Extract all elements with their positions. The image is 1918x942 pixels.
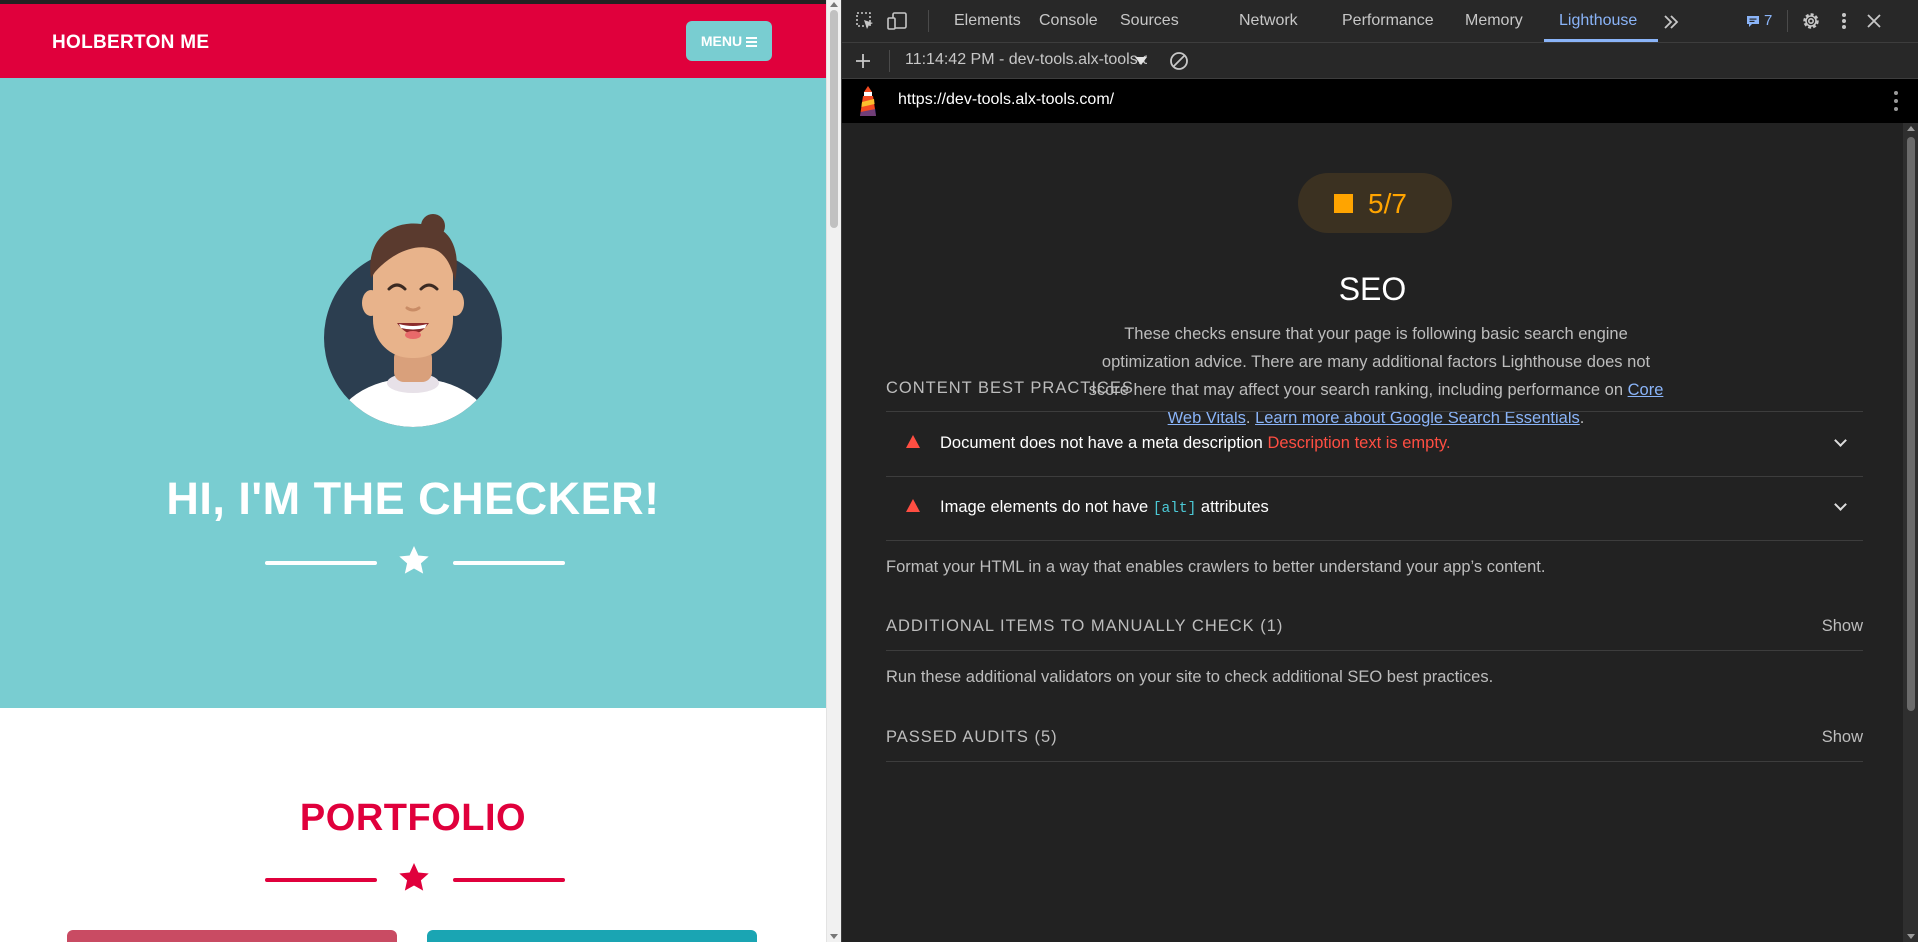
hero-section: HI, I'M THE CHECKER! <box>0 78 826 708</box>
audit-code: [alt] <box>1152 501 1197 517</box>
hero-divider <box>265 543 565 583</box>
report-selector[interactable]: 11:14:42 PM - dev-tools.alx-tools.com <box>905 51 1147 69</box>
settings-gear-icon[interactable] <box>1800 10 1822 32</box>
fail-triangle-icon <box>906 499 920 512</box>
chevron-down-icon[interactable] <box>1135 57 1147 65</box>
lighthouse-logo <box>860 86 876 116</box>
average-score-icon <box>1334 194 1353 213</box>
chevron-down-icon[interactable] <box>1834 434 1847 447</box>
audit-warning: Description text is empty. <box>1267 434 1451 452</box>
device-toolbar-icon[interactable] <box>886 10 908 32</box>
audit-meta-description[interactable]: Document does not have a meta descriptio… <box>886 412 1863 476</box>
lighthouse-toolbar: 11:14:42 PM - dev-tools.alx-tools.com <box>842 43 1918 79</box>
issues-counter[interactable]: 7 <box>1746 12 1772 29</box>
star-icon <box>399 863 429 891</box>
description-text: These checks ensure that your page is fo… <box>1088 325 1651 399</box>
portfolio-title: PORTFOLIO <box>299 797 527 839</box>
tab-lighthouse[interactable]: Lighthouse <box>1559 12 1637 30</box>
inspect-element-icon[interactable] <box>854 10 876 32</box>
lighthouse-report: 5/7 SEO These checks ensure that your pa… <box>842 123 1903 942</box>
score-value: 5/7 <box>1368 188 1407 219</box>
kebab-menu-icon[interactable] <box>1833 10 1855 32</box>
active-tab-indicator <box>1544 39 1658 42</box>
group-title-passed: PASSED AUDITS (5) <box>886 728 1058 746</box>
report-menu-icon[interactable] <box>1893 91 1899 113</box>
menu-button[interactable]: MENU <box>686 21 772 61</box>
portfolio-divider <box>265 860 565 900</box>
website-viewport: HOLBERTON ME MENU HI, I'M THE CHECKER! P… <box>0 0 826 942</box>
report-url[interactable]: https://dev-tools.alx-tools.com/ <box>898 91 1114 109</box>
hero-title: HI, I'M THE CHECKER! <box>166 473 660 524</box>
report-url-bar: https://dev-tools.alx-tools.com/ <box>842 79 1918 123</box>
page-scroll-thumb[interactable] <box>830 10 838 228</box>
devtools-tabbar: Elements Console Sources Network Perform… <box>842 0 1918 43</box>
tab-performance[interactable]: Performance <box>1342 12 1434 30</box>
report-scroll-thumb[interactable] <box>1907 137 1915 711</box>
hamburger-icon <box>746 36 758 47</box>
audit-image-alt[interactable]: Image elements do not have [alt] attribu… <box>886 476 1863 540</box>
portfolio-card[interactable] <box>427 930 757 942</box>
portfolio-card[interactable] <box>67 930 397 942</box>
group-title-content: CONTENT BEST PRACTICES <box>886 379 1134 397</box>
menu-label: MENU <box>700 33 743 49</box>
devtools-panel: Elements Console Sources Network Perform… <box>841 0 1918 942</box>
category-title: SEO <box>1338 271 1407 307</box>
show-manual-button[interactable]: Show <box>1822 617 1863 636</box>
group-title-manual: ADDITIONAL ITEMS TO MANUALLY CHECK (1) <box>886 617 1284 635</box>
more-tabs-icon[interactable] <box>1661 12 1681 32</box>
clear-report-icon[interactable] <box>1168 50 1190 72</box>
tab-sources[interactable]: Sources <box>1120 12 1179 30</box>
show-passed-button[interactable]: Show <box>1822 728 1863 747</box>
tab-console[interactable]: Console <box>1039 12 1098 30</box>
navbar: HOLBERTON ME MENU <box>0 4 826 78</box>
tab-network[interactable]: Network <box>1239 12 1298 30</box>
avatar-illustration <box>324 214 502 427</box>
audit-title-before: Image elements do not have <box>940 498 1149 516</box>
chevron-down-icon[interactable] <box>1834 498 1847 511</box>
tab-memory[interactable]: Memory <box>1465 12 1523 30</box>
group-description-manual: Run these additional validators on your … <box>886 668 1494 686</box>
audit-title-after: attributes <box>1200 498 1269 516</box>
brand-logo[interactable]: HOLBERTON ME <box>52 32 209 54</box>
score-gauge[interactable]: 5/7 <box>1298 173 1452 233</box>
add-report-icon[interactable] <box>852 50 874 72</box>
page-scrollbar[interactable] <box>826 0 841 942</box>
issues-icon <box>1747 15 1759 27</box>
fail-triangle-icon <box>906 435 920 448</box>
issues-count: 7 <box>1764 12 1773 29</box>
close-icon[interactable] <box>1863 10 1885 32</box>
tab-elements[interactable]: Elements <box>954 12 1021 30</box>
report-scrollbar[interactable] <box>1903 123 1918 942</box>
audit-title: Document does not have a meta descriptio… <box>940 434 1263 452</box>
group-description-content: Format your HTML in a way that enables c… <box>886 558 1546 576</box>
star-icon <box>399 546 429 574</box>
